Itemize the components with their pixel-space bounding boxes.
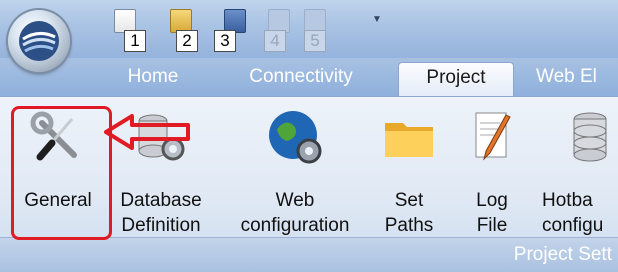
ribbon-group-footer: Project Sett	[0, 237, 618, 272]
tab-connectivity[interactable]: Connectivity	[226, 62, 376, 92]
set-paths-label-line1: Set	[394, 190, 424, 211]
database-definition-label-line2: Definition	[121, 215, 201, 236]
log-file-button[interactable]: Log File	[456, 101, 528, 237]
folder-icon	[385, 123, 433, 157]
database-definition-label-line1: Database	[120, 190, 202, 211]
tab-web-el[interactable]: Web El	[536, 62, 618, 92]
arrow-callout-icon	[104, 114, 190, 150]
tab-home[interactable]: Home	[98, 62, 208, 92]
qat-number-4: 4	[264, 30, 286, 52]
globe-gear-icon	[269, 111, 322, 164]
app-logo-icon	[19, 21, 59, 61]
web-configuration-label-line1: Web	[275, 190, 315, 211]
application-button[interactable]	[8, 10, 70, 72]
set-paths-button[interactable]: Set Paths	[374, 101, 444, 237]
qat-number-3: 3	[214, 30, 236, 52]
web-configuration-button[interactable]: Web configuration	[222, 101, 368, 237]
database-stack-icon	[573, 112, 607, 162]
hotbar-label-line2: configu	[542, 215, 604, 236]
ribbon-tab-bar: Home Connectivity Project Web El	[0, 58, 618, 97]
customize-dropdown-icon[interactable]: ▼	[372, 14, 382, 25]
pencil-document-icon	[475, 112, 511, 161]
highlight-box	[11, 106, 112, 240]
qat-number-1: 1	[124, 30, 146, 52]
tab-project[interactable]: Project	[398, 62, 514, 97]
quick-access-toolbar: ▼ 1 2 3 4 5	[0, 0, 618, 58]
log-file-label-line1: Log	[476, 190, 508, 211]
set-paths-label-line2: Paths	[384, 215, 434, 236]
hotbar-label-line1: Hotba	[542, 190, 593, 211]
web-configuration-label-line2: configuration	[240, 215, 350, 236]
group-label: Project Sett	[513, 244, 612, 265]
log-file-label-line2: File	[476, 215, 508, 236]
qat-number-5: 5	[304, 30, 326, 52]
qat-number-2: 2	[176, 30, 198, 52]
hotbar-configuration-button[interactable]: Hotba configu	[536, 101, 618, 237]
